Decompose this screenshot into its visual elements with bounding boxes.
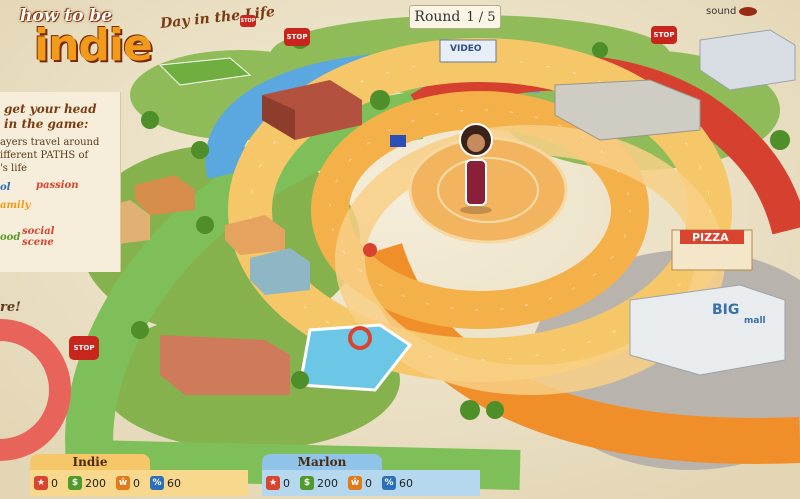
round-value: 1 / 5: [466, 9, 496, 25]
center-medallion: [408, 136, 568, 244]
star-icon: ★: [266, 476, 280, 490]
money-icon: $: [68, 476, 82, 490]
mall-sign-small: mall: [744, 316, 766, 326]
player-stats-marlon: ★ 0 $200 ŵ0 % 60: [262, 470, 480, 496]
path-word-family: amily: [0, 200, 31, 211]
star-icon: ★: [34, 476, 48, 490]
money-icon: $: [300, 476, 314, 490]
player-name-indie: Indie: [30, 454, 150, 470]
sound-toggle[interactable]: sound: [706, 6, 758, 17]
here-label: re!: [0, 300, 21, 315]
sound-label: sound: [706, 6, 737, 17]
marlon-percent-value: 60: [399, 476, 413, 490]
sound-icon: [739, 7, 758, 16]
stop-sign: STOP: [284, 28, 310, 46]
mall-sign-big: BIG: [712, 302, 740, 318]
indie-percent-value: 60: [167, 476, 181, 490]
stop-sign: STOP: [240, 15, 256, 27]
path-word-passion: passion: [36, 180, 79, 191]
path-word-social: social scene: [22, 226, 55, 248]
indie-star-value: 0: [51, 476, 58, 490]
pizza-sign: PIZZA: [692, 231, 729, 244]
marlon-people-value: 0: [365, 476, 372, 490]
stop-sign: STOP: [69, 336, 99, 360]
car-piece: [390, 135, 406, 147]
score-bar: Indie ★ 0 $200 ŵ0 % 60 Marlon ★ 0 $200 ŵ0 %…: [0, 452, 800, 499]
info-body-line2: ifferent PATHS of: [0, 150, 89, 161]
round-indicator: Round 1 / 5: [409, 5, 501, 29]
round-label: Round: [414, 9, 461, 25]
logo-line2: indie: [34, 20, 153, 71]
marlon-star-value: 0: [283, 476, 290, 490]
info-body: ayers travel around ifferent PATHS of 's…: [0, 136, 99, 175]
indie-people-value: 0: [133, 476, 140, 490]
percent-icon: %: [382, 476, 396, 490]
path-word-food: ood: [0, 232, 21, 243]
info-heading: get your head in the game:: [4, 102, 96, 132]
info-body-line1: ayers travel around: [0, 137, 100, 148]
player-name-marlon: Marlon: [262, 454, 382, 470]
marlon-money-value: 200: [317, 476, 338, 490]
info-heading-line1: get your head: [4, 102, 97, 116]
info-heading-line2: in the game:: [4, 117, 89, 131]
info-body-line3: 's life: [0, 163, 28, 174]
indie-money-value: 200: [85, 476, 106, 490]
path-word-school: ol: [0, 182, 11, 193]
apartment-building: [160, 335, 290, 395]
video-store-sign: VIDEO: [450, 44, 482, 54]
info-panel: get your head in the game: ayers travel …: [0, 92, 121, 272]
hydrant-piece: [363, 243, 377, 257]
stop-sign: STOP: [651, 26, 677, 44]
people-icon: ŵ: [116, 476, 130, 490]
mall-building: [629, 284, 786, 376]
percent-icon: %: [150, 476, 164, 490]
game-logo: how to be indie: [12, 6, 153, 71]
people-icon: ŵ: [348, 476, 362, 490]
player-stats-indie: ★ 0 $200 ŵ0 % 60: [30, 470, 248, 496]
